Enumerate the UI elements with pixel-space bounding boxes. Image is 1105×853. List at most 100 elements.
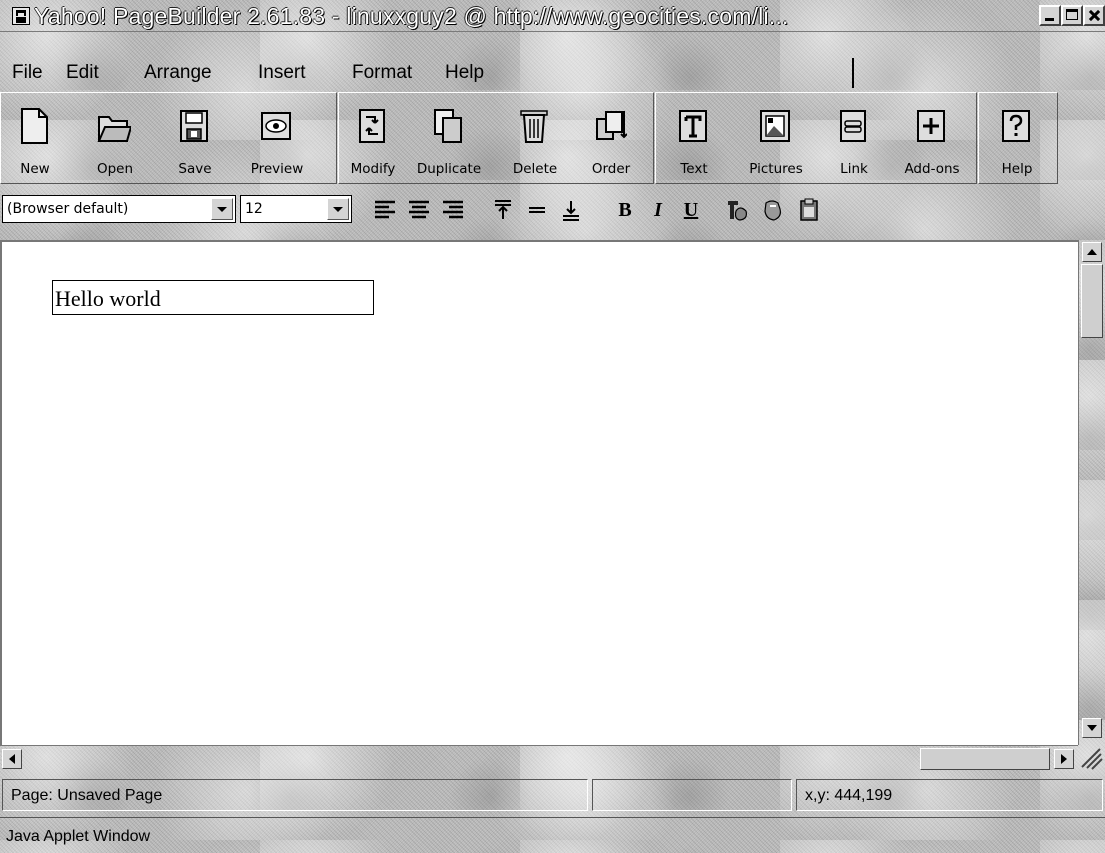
scroll-left-button[interactable] xyxy=(2,749,22,769)
font-family-dropdown-arrow[interactable] xyxy=(211,198,233,220)
text-color-icon[interactable] xyxy=(724,197,750,223)
open-folder-icon xyxy=(97,116,131,142)
save-button[interactable]: Save xyxy=(161,93,229,183)
add-ons-icon xyxy=(917,110,945,142)
font-size-dropdown-arrow[interactable] xyxy=(327,198,349,220)
valign-middle-icon[interactable] xyxy=(524,197,550,223)
applet-warning-text: Java Applet Window xyxy=(6,828,151,845)
link-button[interactable]: Link xyxy=(820,93,888,183)
page-canvas[interactable]: Hello world xyxy=(0,240,1078,745)
help-label: Help xyxy=(1001,161,1033,177)
toolbar-group-help: Help xyxy=(978,92,1058,184)
main-toolbar: New Open Save Preview Modify Duplicate D… xyxy=(0,90,1105,186)
save-label: Save xyxy=(178,161,212,177)
title-bar[interactable]: Yahoo! PageBuilder 2.61.83 - linuxxguy2 … xyxy=(0,0,1105,32)
status-coords-panel: x,y: 444,199 xyxy=(796,779,1103,811)
modify-label: Modify xyxy=(350,161,396,177)
vertical-scroll-thumb[interactable] xyxy=(1081,264,1103,338)
text-element-content: Hello world xyxy=(55,286,161,311)
menu-arrange[interactable]: Arrange xyxy=(144,62,212,84)
window-title: Yahoo! PageBuilder 2.61.83 - linuxxguy2 … xyxy=(34,3,789,29)
scroll-down-button[interactable] xyxy=(1082,718,1102,738)
house-icon[interactable] xyxy=(12,7,30,25)
duplicate-button[interactable]: Duplicate xyxy=(415,93,483,183)
background-color-icon[interactable] xyxy=(760,197,786,223)
align-right-icon[interactable] xyxy=(440,197,466,223)
menu-edit[interactable]: Edit xyxy=(66,62,99,84)
arrow-down-icon xyxy=(1087,725,1097,731)
arrow-right-icon xyxy=(1061,754,1067,764)
arrow-left-icon xyxy=(9,754,15,764)
vertical-scrollbar[interactable] xyxy=(1078,240,1105,745)
status-coords-text: x,y: 444,199 xyxy=(805,787,893,804)
order-button[interactable]: Order xyxy=(577,93,645,183)
text-button[interactable]: Text xyxy=(660,93,728,183)
scroll-right-button[interactable] xyxy=(1054,749,1074,769)
menu-help[interactable]: Help xyxy=(445,62,484,84)
applet-warning-bar: Java Applet Window xyxy=(0,817,1105,853)
align-center-icon[interactable] xyxy=(406,197,432,223)
picture-icon xyxy=(760,110,790,142)
text-element[interactable]: Hello world xyxy=(52,280,374,315)
app-window: Yahoo! PageBuilder 2.61.83 - linuxxguy2 … xyxy=(0,0,1105,853)
preview-button[interactable]: Preview xyxy=(243,93,311,183)
format-toolbar: (Browser default) 12 B I U xyxy=(0,190,1105,230)
text-icon xyxy=(679,110,707,142)
save-disk-icon xyxy=(180,110,208,142)
duplicate-label: Duplicate xyxy=(416,161,482,177)
help-question-icon xyxy=(1002,110,1030,142)
modify-button[interactable]: Modify xyxy=(339,93,407,183)
status-bar: Page: Unsaved Page x,y: 444,199 xyxy=(0,773,1105,817)
chevron-down-icon xyxy=(217,207,227,212)
pictures-button[interactable]: Pictures xyxy=(742,93,810,183)
add-ons-label: Add-ons xyxy=(904,161,960,177)
underline-button[interactable]: U xyxy=(678,197,704,223)
arrow-up-icon xyxy=(1087,249,1097,255)
bold-button[interactable]: B xyxy=(612,197,638,223)
horizontal-scrollbar[interactable] xyxy=(0,745,1078,772)
resize-grip-icon[interactable] xyxy=(1078,745,1105,772)
scroll-up-button[interactable] xyxy=(1082,242,1102,262)
horizontal-scroll-thumb[interactable] xyxy=(920,748,1050,770)
new-label: New xyxy=(20,161,50,177)
font-family-select[interactable]: (Browser default) xyxy=(2,195,236,223)
menu-bar: File Edit Arrange Insert Format Help xyxy=(0,58,1105,88)
toolbar-group-file: New Open Save Preview xyxy=(0,92,337,184)
text-label: Text xyxy=(680,161,708,177)
paste-format-icon[interactable] xyxy=(796,197,822,223)
link-label: Link xyxy=(840,161,868,177)
menu-divider xyxy=(852,58,854,88)
align-left-icon[interactable] xyxy=(372,197,398,223)
menu-file[interactable]: File xyxy=(12,62,43,84)
toolbar-group-arrange: Modify Duplicate Delete Order xyxy=(338,92,654,184)
new-button[interactable]: New xyxy=(1,93,69,183)
new-page-icon xyxy=(21,108,48,144)
order-icon xyxy=(596,111,627,140)
status-empty-panel xyxy=(592,779,792,811)
add-ons-button[interactable]: Add-ons xyxy=(898,93,966,183)
preview-eye-icon xyxy=(261,112,291,140)
trash-icon xyxy=(520,110,548,143)
font-size-select[interactable]: 12 xyxy=(240,195,352,223)
status-page-panel: Page: Unsaved Page xyxy=(2,779,588,811)
close-button[interactable] xyxy=(1083,5,1105,26)
font-size-value: 12 xyxy=(245,201,263,217)
open-label: Open xyxy=(96,161,134,177)
toolbar-group-insert: Text Pictures Link Add-ons xyxy=(655,92,977,184)
open-button[interactable]: Open xyxy=(81,93,149,183)
pictures-label: Pictures xyxy=(749,161,803,177)
delete-button[interactable]: Delete xyxy=(501,93,569,183)
italic-button[interactable]: I xyxy=(645,197,671,223)
minimize-button[interactable] xyxy=(1039,5,1061,26)
valign-top-icon[interactable] xyxy=(490,197,516,223)
order-label: Order xyxy=(591,161,631,177)
valign-bottom-icon[interactable] xyxy=(558,197,584,223)
help-button[interactable]: Help xyxy=(983,93,1051,183)
preview-label: Preview xyxy=(250,161,304,177)
chevron-down-icon xyxy=(333,207,343,212)
link-icon xyxy=(840,110,866,142)
font-family-value: (Browser default) xyxy=(7,201,129,217)
menu-insert[interactable]: Insert xyxy=(258,62,306,84)
menu-format[interactable]: Format xyxy=(352,62,412,84)
maximize-button[interactable] xyxy=(1061,5,1083,26)
